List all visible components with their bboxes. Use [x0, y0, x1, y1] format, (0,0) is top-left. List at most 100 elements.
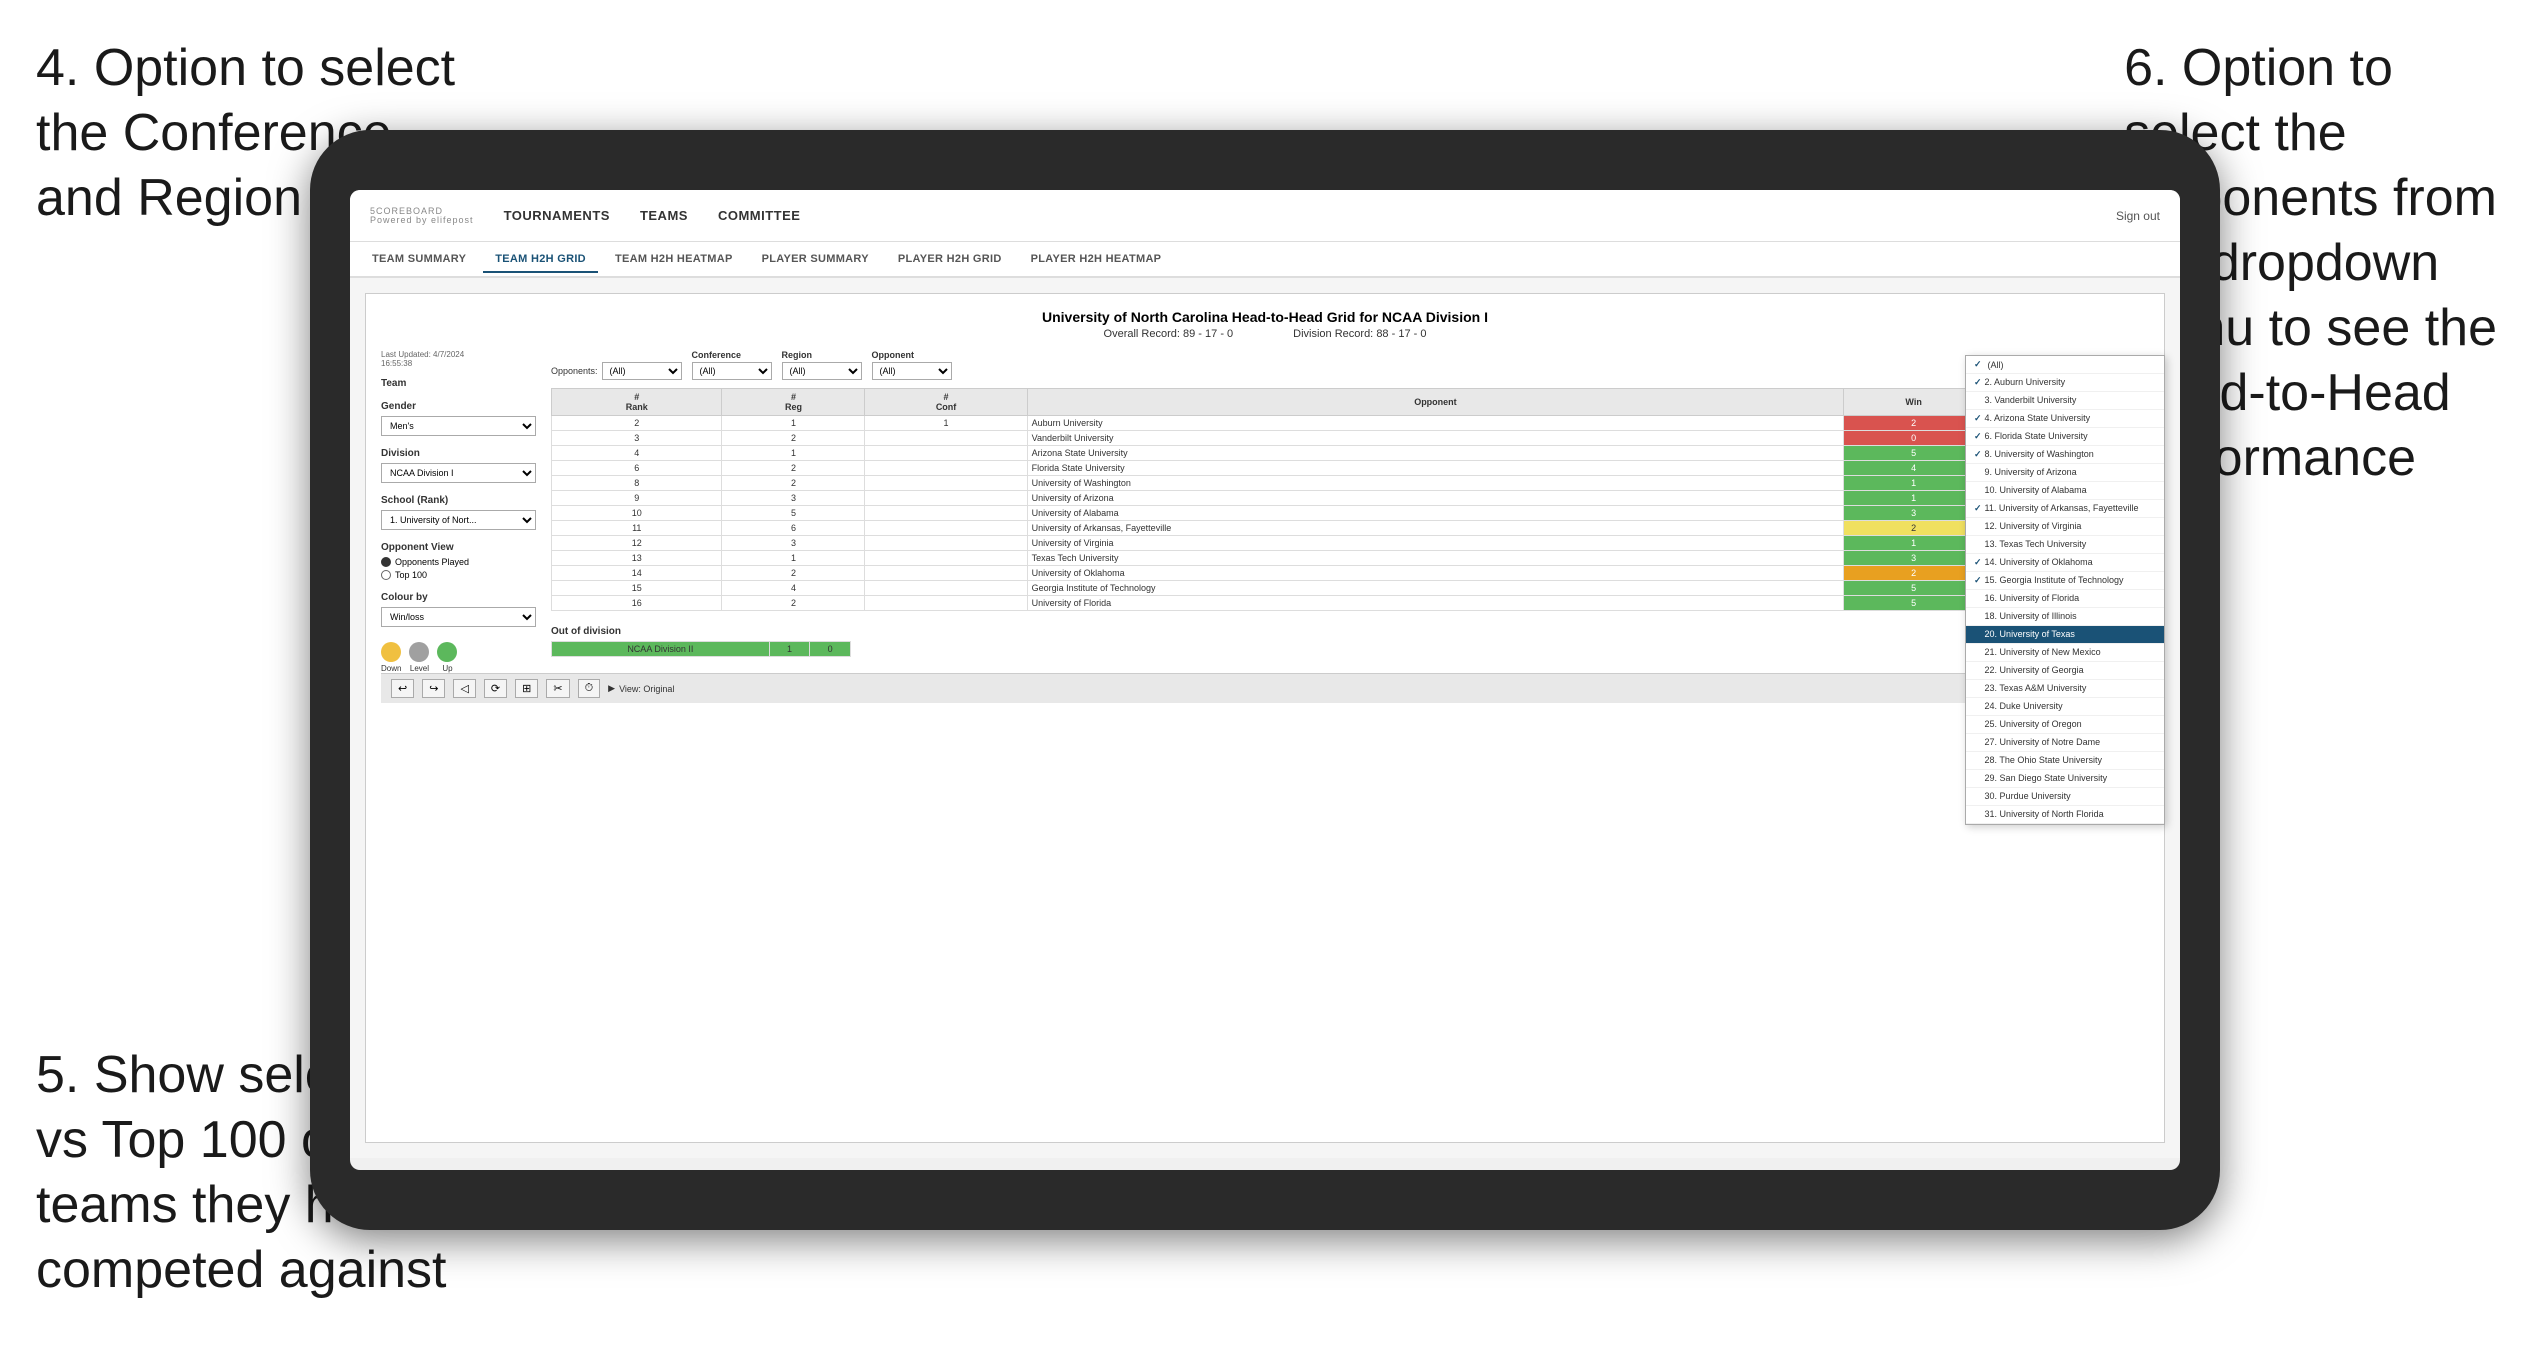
- back-button[interactable]: ◁: [453, 679, 475, 698]
- dropdown-item[interactable]: ✓24. Duke University: [1966, 698, 2164, 716]
- copy-button[interactable]: ⊞: [515, 679, 538, 698]
- dropdown-item[interactable]: ✓29. San Diego State University: [1966, 770, 2164, 788]
- dropdown-item[interactable]: ✓2. Auburn University: [1966, 374, 2164, 392]
- gender-section: Gender Men's: [381, 401, 536, 436]
- nav-bar: 5COREBOARD Powered by elifepost TOURNAME…: [350, 190, 2180, 242]
- sub-nav-player-summary[interactable]: PLAYER SUMMARY: [750, 247, 881, 271]
- dropdown-item[interactable]: ✓21. University of New Mexico: [1966, 644, 2164, 662]
- nav-signout[interactable]: Sign out: [2116, 209, 2160, 223]
- gender-select[interactable]: Men's: [381, 416, 536, 436]
- dropdown-item[interactable]: ✓27. University of Notre Dame: [1966, 734, 2164, 752]
- dropdown-item[interactable]: ✓9. University of Arizona: [1966, 464, 2164, 482]
- cell-conf: [865, 476, 1027, 491]
- dropdown-item[interactable]: ✓23. Texas A&M University: [1966, 680, 2164, 698]
- sub-nav-player-h2h-heatmap[interactable]: PLAYER H2H HEATMAP: [1019, 247, 1174, 271]
- opponents-filter-label: Opponents:: [551, 366, 598, 376]
- cell-reg: 5: [722, 506, 865, 521]
- dropdown-item[interactable]: ✓16. University of Florida: [1966, 590, 2164, 608]
- legend-up: Up: [437, 642, 457, 673]
- redo-button[interactable]: ↪: [422, 679, 445, 698]
- colour-by-select[interactable]: Win/loss: [381, 607, 536, 627]
- opponents-played-radio[interactable]: Opponents Played: [381, 557, 536, 567]
- nav-tournaments[interactable]: TOURNAMENTS: [504, 208, 610, 223]
- region-filter-select[interactable]: (All): [782, 362, 862, 380]
- dropdown-item[interactable]: ✓11. University of Arkansas, Fayettevill…: [1966, 500, 2164, 518]
- bottom-toolbar: ↩ ↪ ◁ ⟳ ⊞ ✂ ⏱ ▶ View: Original Cancel Ap…: [381, 673, 2149, 703]
- cell-rank: 16: [552, 596, 722, 611]
- cell-win: 1: [1844, 536, 1984, 551]
- table-row: 6 2 Florida State University 4 2: [552, 461, 2149, 476]
- sub-nav-player-h2h-grid[interactable]: PLAYER H2H GRID: [886, 247, 1014, 271]
- school-section: School (Rank) 1. University of Nort...: [381, 495, 536, 530]
- cell-rank: 12: [552, 536, 722, 551]
- opponent-filter-select[interactable]: (All): [872, 362, 952, 380]
- cell-opponent: Georgia Institute of Technology: [1027, 581, 1844, 596]
- sub-nav-team-h2h-heatmap[interactable]: TEAM H2H HEATMAP: [603, 247, 745, 271]
- table-row: 8 2 University of Washington 1 0: [552, 476, 2149, 491]
- dropdown-item[interactable]: ✓14. University of Oklahoma: [1966, 554, 2164, 572]
- cell-win: 0: [1844, 431, 1984, 446]
- out-of-division: Out of division NCAA Division II 1 0: [551, 626, 2149, 657]
- dropdown-item[interactable]: ✓13. Texas Tech University: [1966, 536, 2164, 554]
- dropdown-item[interactable]: ✓10. University of Alabama: [1966, 482, 2164, 500]
- table-header-row: #Rank #Reg #Conf Opponent Win Loss: [552, 389, 2149, 416]
- cut-button[interactable]: ✂: [546, 679, 569, 698]
- sub-nav-team-h2h-grid[interactable]: TEAM H2H GRID: [483, 247, 598, 273]
- legend-up-label: Up: [442, 664, 452, 673]
- legend-level-label: Level: [410, 664, 429, 673]
- cell-opponent: University of Arizona: [1027, 491, 1844, 506]
- refresh-button[interactable]: ⟳: [484, 679, 507, 698]
- cell-reg: 2: [722, 566, 865, 581]
- dropdown-item[interactable]: ✓15. Georgia Institute of Technology: [1966, 572, 2164, 590]
- cell-rank: 10: [552, 506, 722, 521]
- conference-filter-group: Conference (All): [692, 350, 772, 380]
- clock-button[interactable]: ⏱: [578, 679, 601, 698]
- dropdown-item[interactable]: ✓31. University of North Florida: [1966, 806, 2164, 824]
- cell-reg: 4: [722, 581, 865, 596]
- data-table: #Rank #Reg #Conf Opponent Win Loss 2: [551, 388, 2149, 611]
- cell-conf: 1: [865, 416, 1027, 431]
- nav-committee[interactable]: COMMITTEE: [718, 208, 801, 223]
- dropdown-item[interactable]: ✓30. Purdue University: [1966, 788, 2164, 806]
- dropdown-item[interactable]: ✓(All): [1966, 356, 2164, 374]
- opponent-dropdown[interactable]: ✓(All)✓2. Auburn University✓3. Vanderbil…: [1965, 355, 2165, 825]
- legend: Down Level Up: [381, 642, 536, 673]
- cell-opponent: Texas Tech University: [1027, 551, 1844, 566]
- sub-nav-team-summary[interactable]: TEAM SUMMARY: [360, 247, 478, 271]
- dropdown-item[interactable]: ✓22. University of Georgia: [1966, 662, 2164, 680]
- opponent-filter-group: Opponent (All): [872, 350, 952, 380]
- filters-row: Opponents: (All) Conference (All): [551, 350, 2149, 380]
- report-title: University of North Carolina Head-to-Hea…: [381, 309, 2149, 325]
- cell-reg: 2: [722, 431, 865, 446]
- overall-record: Overall Record: 89 - 17 - 0: [1104, 328, 1234, 340]
- legend-level-circle: [409, 642, 429, 662]
- dropdown-item[interactable]: ✓3. Vanderbilt University: [1966, 392, 2164, 410]
- conference-filter-select[interactable]: (All): [692, 362, 772, 380]
- col-rank: #Rank: [552, 389, 722, 416]
- col-reg: #Reg: [722, 389, 865, 416]
- undo-button[interactable]: ↩: [391, 679, 414, 698]
- dropdown-item[interactable]: ✓4. Arizona State University: [1966, 410, 2164, 428]
- team-section: Team: [381, 378, 536, 389]
- left-sidebar: Last Updated: 4/7/2024 16:55:38 Team Gen…: [381, 350, 536, 673]
- school-select[interactable]: 1. University of Nort...: [381, 510, 536, 530]
- top-100-radio[interactable]: Top 100: [381, 570, 536, 580]
- opponents-filter-select[interactable]: (All): [602, 362, 682, 380]
- dropdown-item[interactable]: ✓28. The Ohio State University: [1966, 752, 2164, 770]
- division-section: Division NCAA Division I: [381, 448, 536, 483]
- cell-win: 5: [1844, 581, 1984, 596]
- division-select[interactable]: NCAA Division I: [381, 463, 536, 483]
- report-records: Overall Record: 89 - 17 - 0 Division Rec…: [381, 328, 2149, 340]
- dropdown-item[interactable]: ✓25. University of Oregon: [1966, 716, 2164, 734]
- out-of-division-label: Out of division: [551, 626, 2149, 637]
- cell-conf: [865, 506, 1027, 521]
- dropdown-item[interactable]: ✓12. University of Virginia: [1966, 518, 2164, 536]
- dropdown-item[interactable]: ✓18. University of Illinois: [1966, 608, 2164, 626]
- cell-opponent: University of Alabama: [1027, 506, 1844, 521]
- legend-up-circle: [437, 642, 457, 662]
- cell-reg: 1: [722, 416, 865, 431]
- nav-teams[interactable]: TEAMS: [640, 208, 688, 223]
- dropdown-item[interactable]: ✓20. University of Texas: [1966, 626, 2164, 644]
- dropdown-item[interactable]: ✓8. University of Washington: [1966, 446, 2164, 464]
- dropdown-item[interactable]: ✓6. Florida State University: [1966, 428, 2164, 446]
